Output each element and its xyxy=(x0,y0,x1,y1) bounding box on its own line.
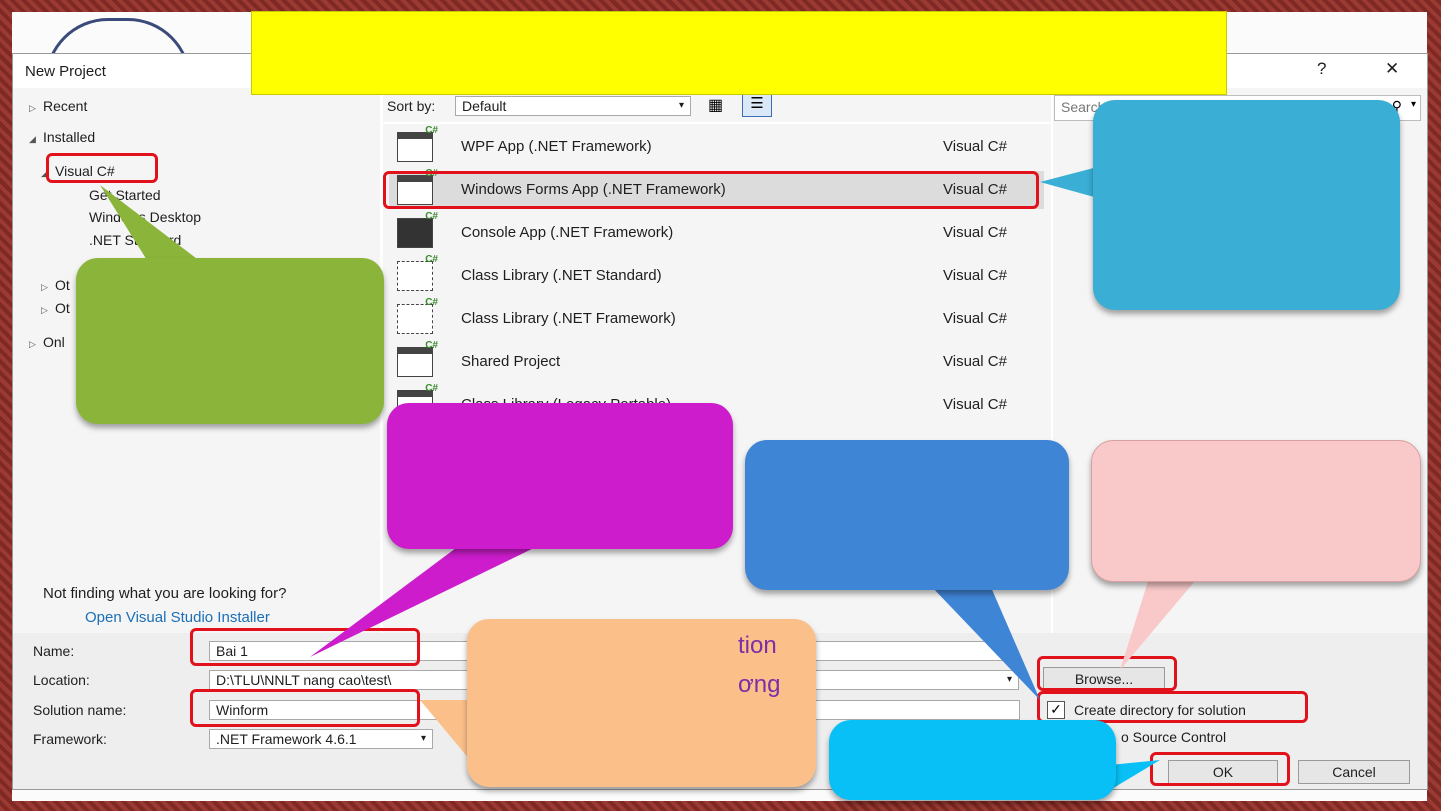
highlight-ok-button xyxy=(1150,752,1290,786)
grid-view-icon[interactable]: ▦ xyxy=(708,95,723,115)
expand-icon: ▷ xyxy=(41,305,48,315)
list-item[interactable]: C# Console App (.NET Framework) Visual C… xyxy=(389,211,1044,252)
callout-cyan xyxy=(829,720,1116,800)
class-library-icon: C# xyxy=(397,254,438,291)
list-view-icon[interactable]: ☰ xyxy=(742,93,772,117)
expand-icon: ▷ xyxy=(29,103,36,113)
console-app-icon: C# xyxy=(397,211,438,248)
tree-item-installed[interactable]: ◢ Installed xyxy=(29,129,95,145)
callout-teal xyxy=(1093,100,1400,310)
highlight-name-field xyxy=(190,628,420,666)
list-item[interactable]: C# Shared Project Visual C# xyxy=(389,340,1044,381)
callout-blue xyxy=(745,440,1069,590)
open-installer-link[interactable]: Open Visual Studio Installer xyxy=(85,609,270,626)
name-label: Name: xyxy=(33,643,75,659)
tree-item-other-1[interactable]: ▷ Ot xyxy=(41,277,70,293)
cancel-button[interactable]: Cancel xyxy=(1298,760,1410,784)
not-finding-text: Not finding what you are looking for? xyxy=(43,585,287,602)
sort-label: Sort by: xyxy=(387,98,436,114)
tree-item-recent[interactable]: ▷ Recent xyxy=(29,98,87,114)
class-library-icon: C# xyxy=(397,297,438,334)
tree-item-windows-desktop[interactable]: Windows Desktop xyxy=(89,209,201,225)
close-button[interactable]: ✕ xyxy=(1385,59,1399,79)
tree-item-other-2[interactable]: ▷ Ot xyxy=(41,300,70,316)
tree-item-online[interactable]: ▷ Onl xyxy=(29,334,65,350)
framework-dropdown[interactable]: .NET Framework 4.6.1 ▾ xyxy=(209,729,433,749)
expand-icon: ▷ xyxy=(41,282,48,292)
chevron-down-icon: ▾ xyxy=(1410,99,1416,110)
tree-item-get-started[interactable]: Get Started xyxy=(89,187,161,203)
help-button[interactable]: ? xyxy=(1317,59,1326,79)
overlay-text-1: tion xyxy=(738,632,777,659)
chevron-down-icon: ▾ xyxy=(1006,674,1012,685)
dialog-title: New Project xyxy=(25,63,106,80)
chevron-down-icon: ▾ xyxy=(678,100,684,111)
callout-magenta xyxy=(387,403,733,549)
highlight-browse-button xyxy=(1037,656,1177,691)
highlight-create-directory xyxy=(1037,691,1308,723)
wpf-app-icon: C# xyxy=(397,125,438,162)
list-item[interactable]: C# WPF App (.NET Framework) Visual C# xyxy=(389,125,1044,166)
expand-icon: ▷ xyxy=(29,339,36,349)
tree-item-net-standard[interactable]: .NET Standard xyxy=(89,232,181,248)
callout-green xyxy=(76,258,384,424)
framework-label: Framework: xyxy=(33,731,107,747)
highlight-visual-csharp xyxy=(46,153,158,183)
chevron-down-icon: ▾ xyxy=(420,733,426,744)
collapse-icon: ◢ xyxy=(29,134,36,144)
callout-pink xyxy=(1091,440,1421,582)
sort-dropdown[interactable]: Default ▾ xyxy=(455,96,691,116)
highlight-windows-forms xyxy=(383,171,1039,209)
title-banner xyxy=(251,11,1227,95)
overlay-text-2: ơng xyxy=(738,671,781,698)
shared-project-icon: C# xyxy=(397,340,438,377)
highlight-solution-field xyxy=(190,689,420,727)
list-item[interactable]: C# Class Library (.NET Standard) Visual … xyxy=(389,254,1044,295)
solution-name-label: Solution name: xyxy=(33,702,127,718)
list-item[interactable]: C# Class Library (.NET Framework) Visual… xyxy=(389,297,1044,338)
source-control-label: o Source Control xyxy=(1121,729,1227,745)
location-label: Location: xyxy=(33,672,90,688)
